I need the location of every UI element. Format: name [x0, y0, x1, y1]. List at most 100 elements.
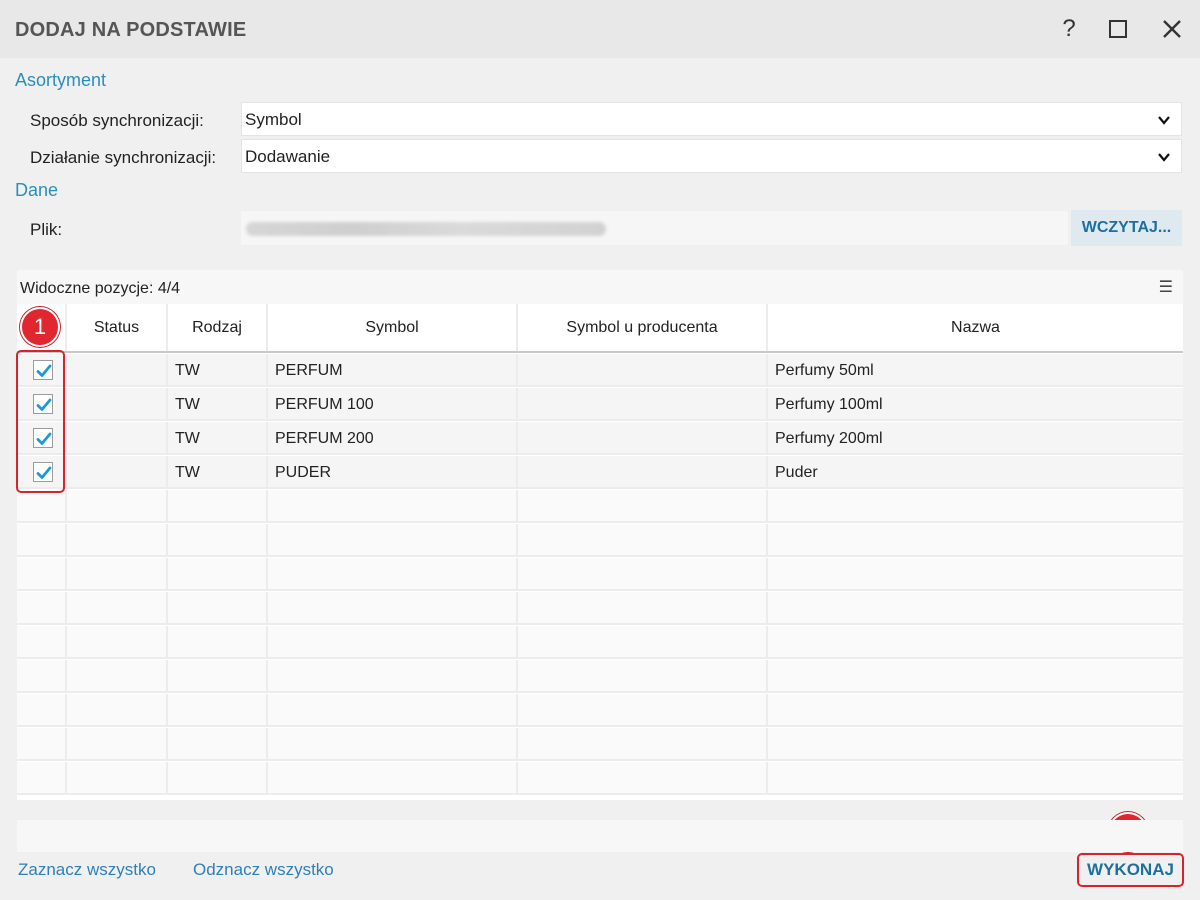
title-bar: DODAJ NA PODSTAWIE ?: [0, 0, 1200, 58]
cell-name[interactable]: Perfumy 50ml: [768, 354, 1183, 387]
empty-cell: [168, 694, 268, 727]
empty-cell: [168, 626, 268, 659]
window-title: DODAJ NA PODSTAWIE: [15, 19, 247, 41]
empty-cell: [518, 524, 768, 557]
empty-cell: [168, 558, 268, 591]
cell-symbol[interactable]: PERFUM: [268, 354, 518, 387]
cell-type[interactable]: TW: [168, 422, 268, 455]
empty-cell: [17, 592, 67, 625]
empty-cell: [67, 524, 168, 557]
grid-menu-icon[interactable]: ☰: [1159, 277, 1173, 297]
chevron-down-icon: [1158, 116, 1170, 125]
empty-cell: [67, 762, 168, 795]
section-assortment: Asortyment: [15, 70, 107, 90]
empty-cell: [768, 660, 1183, 693]
empty-cell: [518, 762, 768, 795]
empty-cell: [17, 558, 67, 591]
load-file-button[interactable]: WCZYTAJ...: [1071, 210, 1182, 246]
column-header-type[interactable]: Rodzaj: [168, 304, 268, 352]
chevron-down-icon: [1158, 153, 1170, 162]
cell-status[interactable]: [67, 388, 168, 421]
empty-cell: [17, 694, 67, 727]
question-icon: ?: [1062, 15, 1076, 42]
cell-type[interactable]: TW: [168, 456, 268, 489]
empty-cell: [268, 694, 518, 727]
empty-cell: [168, 660, 268, 693]
empty-cell: [17, 490, 67, 523]
empty-cell: [518, 592, 768, 625]
maximize-button[interactable]: [1101, 12, 1135, 46]
column-header-producer-symbol[interactable]: Symbol u producenta: [518, 304, 768, 352]
cell-producer-symbol[interactable]: [518, 422, 768, 455]
empty-cell: [168, 762, 268, 795]
cell-symbol[interactable]: PUDER: [268, 456, 518, 489]
empty-cell: [168, 728, 268, 761]
empty-cell: [518, 558, 768, 591]
close-button[interactable]: [1155, 12, 1189, 46]
empty-cell: [67, 728, 168, 761]
column-header-name[interactable]: Nazwa: [768, 304, 1183, 352]
empty-cell: [67, 660, 168, 693]
empty-cell: [518, 490, 768, 523]
empty-cell: [268, 490, 518, 523]
cell-name[interactable]: Perfumy 200ml: [768, 422, 1183, 455]
execute-button[interactable]: WYKONAJ: [1077, 853, 1184, 887]
cell-symbol[interactable]: PERFUM 100: [268, 388, 518, 421]
empty-cell: [67, 490, 168, 523]
empty-cell: [67, 626, 168, 659]
cell-producer-symbol[interactable]: [518, 388, 768, 421]
deselect-all-link[interactable]: Odznacz wszystko: [193, 860, 334, 880]
empty-cell: [67, 694, 168, 727]
cell-producer-symbol[interactable]: [518, 354, 768, 387]
file-path-blurred: [246, 222, 606, 236]
empty-cell: [768, 694, 1183, 727]
empty-cell: [168, 592, 268, 625]
cell-status[interactable]: [67, 354, 168, 387]
empty-cell: [168, 524, 268, 557]
empty-cell: [17, 762, 67, 795]
file-path-field[interactable]: [241, 211, 1068, 245]
empty-cell: [768, 524, 1183, 557]
sync-action-select[interactable]: Dodawanie: [241, 139, 1182, 173]
grid-info-bar: Widoczne pozycje: 4/4 ☰: [17, 270, 1183, 304]
cell-type[interactable]: TW: [168, 354, 268, 387]
column-header-symbol[interactable]: Symbol: [268, 304, 518, 352]
help-button[interactable]: ?: [1052, 12, 1086, 46]
column-header-status[interactable]: Status: [67, 304, 168, 352]
empty-cell: [768, 490, 1183, 523]
empty-cell: [17, 626, 67, 659]
cell-status[interactable]: [67, 456, 168, 489]
status-bar: [17, 820, 1183, 852]
empty-cell: [518, 660, 768, 693]
empty-cell: [268, 626, 518, 659]
select-all-link[interactable]: Zaznacz wszystko: [18, 860, 156, 880]
cell-name[interactable]: Puder: [768, 456, 1183, 489]
empty-cell: [518, 728, 768, 761]
empty-cell: [518, 694, 768, 727]
section-data: Dane: [15, 180, 59, 200]
empty-cell: [768, 592, 1183, 625]
header-divider: [17, 351, 1183, 353]
cell-producer-symbol[interactable]: [518, 456, 768, 489]
empty-cell: [768, 728, 1183, 761]
empty-cell: [268, 592, 518, 625]
empty-cell: [67, 558, 168, 591]
cell-symbol[interactable]: PERFUM 200: [268, 422, 518, 455]
items-grid: Widoczne pozycje: 4/4 ☰ Status Rodzaj Sy…: [17, 270, 1183, 800]
empty-cell: [768, 762, 1183, 795]
sync-method-label: Sposób synchronizacji:: [30, 111, 204, 130]
visible-count: Widoczne pozycje: 4/4: [20, 280, 181, 297]
empty-cell: [768, 558, 1183, 591]
sync-method-select[interactable]: Symbol: [241, 102, 1182, 136]
highlight-checkboxes: [16, 350, 65, 493]
cell-type[interactable]: TW: [168, 388, 268, 421]
step-badge-1: 1: [20, 307, 60, 347]
empty-cell: [67, 592, 168, 625]
empty-cell: [518, 626, 768, 659]
empty-cell: [268, 524, 518, 557]
empty-cell: [268, 558, 518, 591]
cell-name[interactable]: Perfumy 100ml: [768, 388, 1183, 421]
cell-status[interactable]: [67, 422, 168, 455]
empty-cell: [17, 728, 67, 761]
sync-action-label: Działanie synchronizacji:: [30, 148, 217, 167]
